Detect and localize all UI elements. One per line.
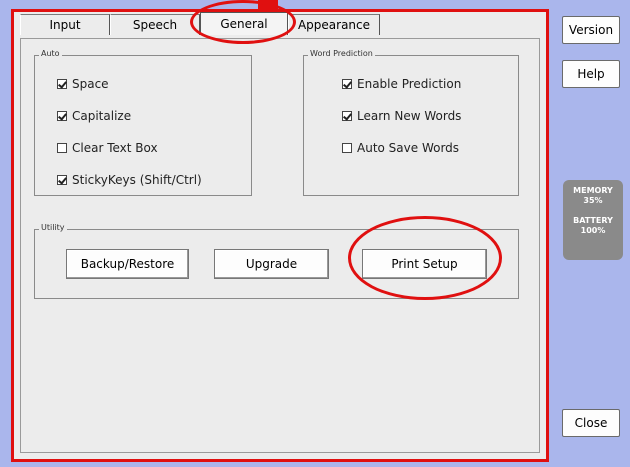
capitalize-checkbox[interactable]: Capitalize bbox=[57, 109, 131, 123]
utility-group: Utility Backup/Restore Upgrade Print Set… bbox=[34, 223, 519, 299]
word-prediction-group-title: Word Prediction bbox=[308, 49, 375, 58]
stickykeys-label: StickyKeys (Shift/Ctrl) bbox=[72, 173, 202, 187]
tab-appearance[interactable]: Appearance bbox=[288, 14, 380, 35]
version-button[interactable]: Version bbox=[562, 16, 620, 44]
utility-group-title: Utility bbox=[39, 223, 67, 232]
checkbox-checked-icon bbox=[57, 79, 67, 89]
capitalize-label: Capitalize bbox=[72, 109, 132, 123]
checkbox-unchecked-icon bbox=[57, 143, 67, 153]
space-checkbox[interactable]: Space bbox=[57, 77, 109, 91]
space-label: Space bbox=[72, 77, 109, 91]
highlight-mark bbox=[258, 0, 278, 9]
upgrade-button[interactable]: Upgrade bbox=[214, 249, 329, 279]
close-button[interactable]: Close bbox=[562, 409, 620, 437]
memory-value: 35% bbox=[583, 196, 603, 205]
checkbox-checked-icon bbox=[342, 79, 352, 89]
help-button[interactable]: Help bbox=[562, 60, 620, 88]
clear-text-box-checkbox[interactable]: Clear Text Box bbox=[57, 141, 158, 155]
enable-prediction-label: Enable Prediction bbox=[357, 77, 462, 91]
checkbox-unchecked-icon bbox=[342, 143, 352, 153]
status-panel: MEMORY 35% BATTERY 100% bbox=[563, 180, 623, 260]
battery-value: 100% bbox=[580, 226, 606, 235]
checkbox-checked-icon bbox=[57, 175, 67, 185]
auto-group: Auto Space Capitalize Clear Text Box Sti… bbox=[34, 49, 252, 196]
word-prediction-group: Word Prediction Enable Prediction Learn … bbox=[303, 49, 519, 196]
tab-speech[interactable]: Speech bbox=[110, 14, 200, 35]
learn-new-words-label: Learn New Words bbox=[357, 109, 462, 123]
learn-new-words-checkbox[interactable]: Learn New Words bbox=[342, 109, 461, 123]
enable-prediction-checkbox[interactable]: Enable Prediction bbox=[342, 77, 461, 91]
checkbox-checked-icon bbox=[342, 111, 352, 121]
tab-general[interactable]: General bbox=[200, 12, 288, 35]
auto-group-title: Auto bbox=[39, 49, 62, 58]
tab-input[interactable]: Input bbox=[20, 14, 110, 35]
auto-save-words-label: Auto Save Words bbox=[357, 141, 460, 155]
tab-content: Auto Space Capitalize Clear Text Box Sti… bbox=[20, 38, 540, 453]
memory-label: MEMORY bbox=[573, 186, 613, 195]
settings-panel: Input Speech General Appearance Auto Spa… bbox=[11, 9, 549, 462]
print-setup-button[interactable]: Print Setup bbox=[362, 249, 487, 279]
clear-text-box-label: Clear Text Box bbox=[72, 141, 158, 155]
tab-bar: Input Speech General Appearance bbox=[20, 12, 380, 36]
auto-save-words-checkbox[interactable]: Auto Save Words bbox=[342, 141, 459, 155]
backup-restore-button[interactable]: Backup/Restore bbox=[66, 249, 189, 279]
battery-label: BATTERY bbox=[573, 216, 613, 225]
stickykeys-checkbox[interactable]: StickyKeys (Shift/Ctrl) bbox=[57, 173, 202, 187]
checkbox-checked-icon bbox=[57, 111, 67, 121]
